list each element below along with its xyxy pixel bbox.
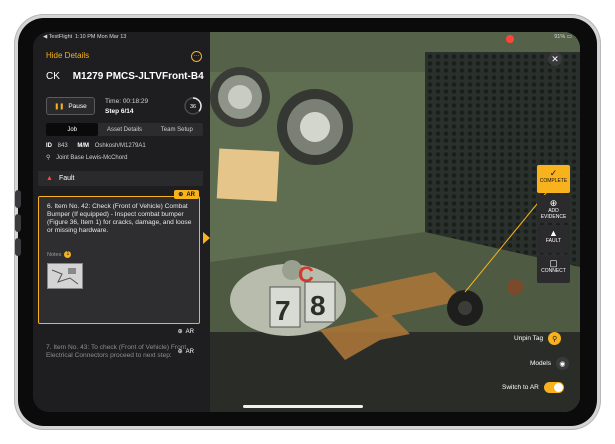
step-text: 7. Item No. 43: To check (Front of Vehic… bbox=[46, 344, 187, 359]
battery-status: 91% ▭ bbox=[554, 34, 572, 40]
switch-to-ar-control[interactable]: Switch to AR bbox=[502, 382, 564, 393]
pause-button[interactable]: ❚❚ Pause bbox=[46, 97, 95, 115]
asset-id-row: ID 843 M/M Oshkosh/M1279A1 bbox=[46, 143, 146, 149]
step-item-7[interactable]: ⊕ AR 7. Item No. 43: To check (Front of … bbox=[38, 327, 198, 369]
notes-row[interactable]: Notes 1 bbox=[47, 251, 72, 258]
chat-icon: ▢ bbox=[549, 258, 558, 268]
ar-icon: ⊕ bbox=[177, 349, 183, 355]
ar-button[interactable]: ⊕ AR bbox=[177, 328, 194, 336]
screen: ◀ TestFlight 1:10 PM Mon Mar 13 Hide Det… bbox=[33, 32, 580, 412]
status-carrier: ◀ TestFlight bbox=[43, 34, 73, 40]
evidence-thumbnail[interactable] bbox=[47, 263, 83, 289]
job-title-text: M1279 PMCS-JLTVFront-B4 bbox=[72, 71, 204, 82]
ar-camera-view[interactable]: C 7 8 91% ▭ ✕ ✓ COMPLETE ⊕ ADD EVIDENCE … bbox=[210, 32, 580, 412]
step-counter: Step 6/14 bbox=[105, 108, 134, 115]
id-label: ID bbox=[46, 143, 52, 149]
ar-icon: ⊕ bbox=[177, 329, 183, 335]
pin-icon: ⚲ bbox=[548, 332, 562, 345]
progress-ring: 36 bbox=[184, 97, 202, 115]
check-icon: ✓ bbox=[549, 168, 558, 178]
plate-digit-8: 8 bbox=[310, 290, 326, 321]
elapsed-time: Time: 00:18:29 bbox=[105, 98, 149, 105]
ar-button[interactable]: ⊕ AR bbox=[177, 348, 194, 356]
models-icon: ◉ bbox=[555, 357, 569, 370]
ar-toggle[interactable] bbox=[543, 382, 564, 393]
volume-down-button bbox=[15, 214, 21, 232]
unpin-tag-control[interactable]: Unpin Tag ⚲ bbox=[514, 332, 562, 345]
tab-team-setup[interactable]: Team Setup bbox=[151, 123, 203, 136]
fault-section[interactable]: ▲ Fault bbox=[38, 171, 203, 186]
location-row: ⚲ Joint Base Lewis-McChord bbox=[46, 154, 127, 161]
job-initials: CK bbox=[46, 71, 60, 82]
detail-tabs: Job Asset Details Team Setup bbox=[46, 123, 203, 136]
tab-asset-details[interactable]: Asset Details bbox=[98, 123, 150, 136]
ellipsis-icon[interactable]: … bbox=[191, 51, 202, 62]
home-indicator bbox=[243, 405, 363, 408]
step-item-6[interactable]: ⊕ AR 6. Item No. 42: Check (Front of Veh… bbox=[38, 190, 200, 324]
connect-button[interactable]: ▢ CONNECT bbox=[537, 255, 570, 283]
warning-icon: ▲ bbox=[46, 175, 53, 182]
location-text: Joint Base Lewis-McChord bbox=[56, 155, 128, 161]
job-details-panel: ◀ TestFlight 1:10 PM Mon Mar 13 Hide Det… bbox=[33, 32, 210, 412]
status-date: Mon Mar 13 bbox=[97, 34, 127, 40]
hide-details-button[interactable]: Hide Details bbox=[46, 51, 89, 60]
complete-button[interactable]: ✓ COMPLETE bbox=[537, 165, 570, 193]
fault-label: Fault bbox=[58, 175, 75, 182]
mm-label: M/M bbox=[77, 143, 90, 149]
mm-value: Oshkosh/M1279A1 bbox=[94, 143, 146, 149]
status-time: 1:10 PM bbox=[75, 34, 96, 40]
close-icon[interactable]: ✕ bbox=[548, 52, 562, 66]
vehicle-camera-image: C 7 8 bbox=[210, 32, 580, 412]
tab-job[interactable]: Job bbox=[46, 123, 99, 136]
warning-icon: ▲ bbox=[549, 228, 558, 238]
step-text: 6. Item No. 42: Check (Front of Vehicle)… bbox=[47, 203, 192, 234]
notes-count-badge: 1 bbox=[64, 251, 72, 258]
step-item-8[interactable]: ⊕ AR bbox=[38, 349, 198, 412]
job-title: CK M1279 PMCS-JLTVFront-B4 bbox=[46, 71, 204, 82]
ar-icon: ⊕ bbox=[178, 192, 184, 198]
pause-icon: ❚❚ bbox=[54, 103, 65, 110]
models-control[interactable]: Models ◉ bbox=[530, 357, 569, 370]
volume-up-button bbox=[15, 190, 21, 208]
plate-digit-7: 7 bbox=[275, 295, 291, 326]
ar-button[interactable]: ⊕ AR bbox=[174, 190, 199, 199]
side-button bbox=[15, 238, 21, 256]
fault-button[interactable]: ▲ FAULT bbox=[537, 225, 570, 253]
plus-circle-icon: ⊕ bbox=[549, 198, 558, 208]
progress-value: 36 bbox=[190, 104, 196, 110]
location-pin-icon: ⚲ bbox=[46, 155, 51, 161]
add-evidence-button[interactable]: ⊕ ADD EVIDENCE bbox=[537, 195, 570, 223]
id-value: 843 bbox=[57, 143, 68, 149]
pause-label: Pause bbox=[68, 102, 87, 110]
active-step-pointer bbox=[203, 232, 210, 244]
